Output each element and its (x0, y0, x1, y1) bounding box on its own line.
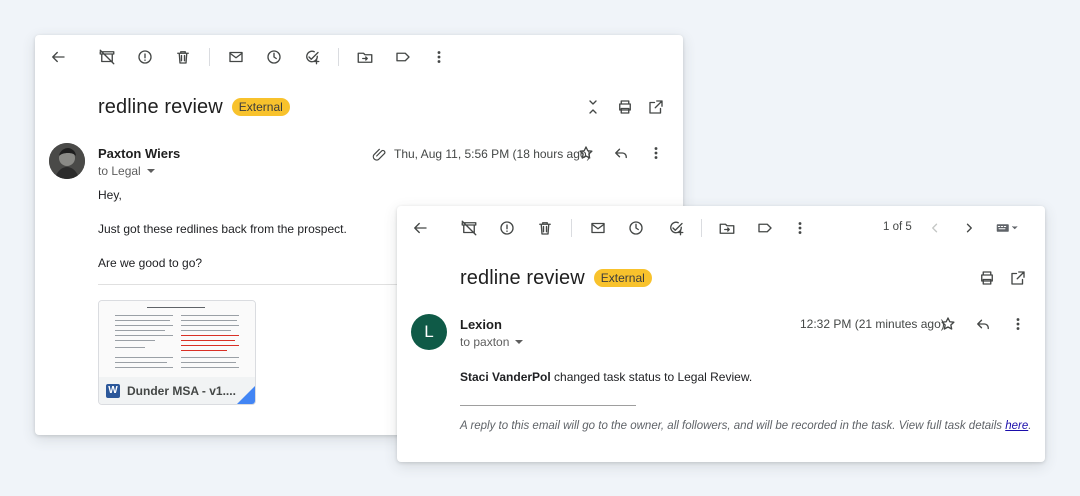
toolbar-divider (338, 48, 339, 66)
add-task-icon[interactable] (300, 45, 324, 69)
more-vert-icon[interactable] (427, 45, 451, 69)
attachment-divider (98, 284, 398, 285)
print-icon[interactable] (975, 266, 999, 290)
move-to-icon[interactable] (715, 216, 739, 240)
recipients-dropdown[interactable]: to Legal (98, 164, 155, 178)
body-line-1: Hey, (98, 188, 122, 202)
report-spam-icon[interactable] (495, 216, 519, 240)
open-new-window-icon[interactable] (644, 95, 668, 119)
pagination-count: 1 of 5 (883, 221, 912, 233)
newer-chevron-icon[interactable] (923, 216, 947, 240)
caret-down-icon (515, 340, 524, 344)
input-tools-keyboard-icon[interactable] (991, 216, 1025, 240)
more-vert-icon[interactable] (1006, 312, 1030, 336)
signature-divider (460, 405, 636, 406)
email-meta: 12:32 PM (21 minutes ago) (800, 317, 945, 331)
back-icon[interactable] (408, 216, 432, 240)
attachment-name: Dunder MSA - v1.... (127, 383, 236, 398)
label-icon[interactable] (753, 216, 777, 240)
toolbar-divider (209, 48, 210, 66)
archive-off-icon[interactable] (457, 216, 481, 240)
snooze-icon[interactable] (624, 216, 648, 240)
task-details-link[interactable]: here (1005, 420, 1028, 432)
body-line-3: Are we good to go? (98, 256, 203, 270)
status-message: Staci VanderPol changed task status to L… (460, 370, 752, 384)
sender-name: Paxton Wiers (98, 146, 181, 161)
email-window-lexion: 1 of 5 redline review External L Lexion … (397, 206, 1045, 462)
email-toolbar: 1 of 5 (397, 206, 1045, 250)
more-vert-icon[interactable] (788, 216, 812, 240)
footer-text: A reply to this email will go to the own… (460, 420, 1006, 432)
footer-note: A reply to this email will go to the own… (460, 420, 1031, 432)
open-new-window-icon[interactable] (1006, 266, 1030, 290)
recipients-dropdown[interactable]: to paxton (460, 335, 524, 349)
word-doc-icon: W (106, 383, 120, 398)
caret-down-icon (146, 169, 155, 173)
attachment-footer: W Dunder MSA - v1.... (99, 377, 255, 404)
email-meta: Thu, Aug 11, 5:56 PM (18 hours ago) (372, 146, 591, 162)
report-spam-icon[interactable] (133, 45, 157, 69)
label-icon[interactable] (391, 45, 415, 69)
subject-row: redline review External (98, 92, 290, 122)
snooze-icon[interactable] (262, 45, 286, 69)
add-task-icon[interactable] (664, 216, 688, 240)
back-icon[interactable] (46, 45, 70, 69)
move-to-icon[interactable] (353, 45, 377, 69)
archive-off-icon[interactable] (95, 45, 119, 69)
delete-icon[interactable] (171, 45, 195, 69)
email-timestamp: Thu, Aug 11, 5:56 PM (18 hours ago) (394, 147, 591, 161)
recipients-label: to paxton (460, 335, 510, 349)
collapse-all-icon[interactable] (581, 95, 605, 119)
body-line-2: Just got these redlines back from the pr… (98, 222, 347, 236)
avatar-paxton[interactable] (49, 143, 85, 179)
print-icon[interactable] (613, 95, 637, 119)
email-toolbar (35, 35, 683, 79)
reply-icon[interactable] (609, 141, 633, 165)
attachment-card[interactable]: W Dunder MSA - v1.... (98, 300, 256, 405)
attachment-icon (372, 146, 388, 162)
status-actor: Staci VanderPol (460, 370, 551, 384)
document-thumbnail (99, 301, 255, 377)
delete-icon[interactable] (533, 216, 557, 240)
email-subject: redline review (460, 266, 585, 289)
sender-name: Lexion (460, 317, 502, 332)
toolbar-divider (701, 219, 702, 237)
avatar-lexion[interactable]: L (411, 314, 447, 350)
older-chevron-icon[interactable] (957, 216, 981, 240)
reply-icon[interactable] (971, 312, 995, 336)
star-icon[interactable] (936, 312, 960, 336)
recipients-label: to Legal (98, 164, 141, 178)
page-fold-icon (237, 386, 255, 404)
status-text: changed task status to Legal Review. (550, 370, 753, 384)
mark-unread-icon[interactable] (586, 216, 610, 240)
external-badge: External (231, 98, 290, 116)
toolbar-divider (571, 219, 572, 237)
subject-row: redline review External (460, 263, 652, 293)
mark-unread-icon[interactable] (224, 45, 248, 69)
footer-end: . (1028, 420, 1032, 432)
external-badge: External (593, 269, 652, 287)
email-timestamp: 12:32 PM (21 minutes ago) (800, 317, 945, 331)
email-subject: redline review (98, 95, 223, 118)
star-icon[interactable] (574, 141, 598, 165)
more-vert-icon[interactable] (644, 141, 668, 165)
